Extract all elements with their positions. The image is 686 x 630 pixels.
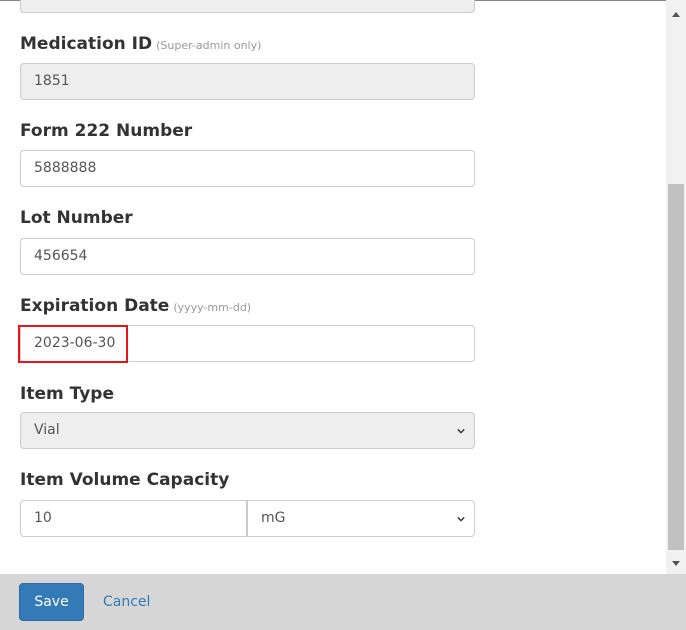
vertical-scrollbar[interactable] (666, 0, 686, 574)
chevron-down-icon (457, 516, 465, 522)
expiration-date-highlight (18, 325, 128, 363)
item-volume-unit-select[interactable]: mG (247, 500, 475, 537)
scroll-up-arrow-icon[interactable] (672, 12, 680, 17)
item-volume-unit-value: mG (261, 510, 286, 526)
chevron-down-icon (457, 428, 465, 434)
medication-id-input: 1851 (20, 63, 475, 100)
lot-number-input[interactable]: 456654 (20, 238, 475, 275)
previous-field-input (20, 0, 475, 13)
scroll-down-arrow-icon[interactable] (672, 561, 680, 566)
item-volume-capacity-label: Item Volume Capacity (20, 470, 230, 490)
medication-id-label: Medication ID (Super-admin only) (20, 34, 261, 54)
medication-id-value: 1851 (34, 73, 70, 89)
item-type-select[interactable]: Vial (20, 412, 475, 449)
expiration-date-note: (yyyy-mm-dd) (173, 301, 252, 314)
item-volume-capacity-input[interactable]: 10 (20, 500, 247, 537)
expiration-date-label-text: Expiration Date (20, 296, 170, 316)
medication-id-note: (Super-admin only) (156, 39, 262, 52)
medication-id-label-text: Medication ID (20, 34, 153, 54)
modal-footer: Save Cancel (0, 574, 686, 630)
item-type-value: Vial (34, 422, 60, 438)
form-scroll-area: Medication ID (Super-admin only) 1851 For… (0, 0, 666, 574)
item-type-label: Item Type (20, 384, 114, 404)
cancel-link[interactable]: Cancel (103, 583, 150, 621)
form-222-number-label: Form 222 Number (20, 121, 193, 141)
item-volume-capacity-value: 10 (34, 510, 52, 526)
expiration-date-label: Expiration Date (yyyy-mm-dd) (20, 296, 251, 316)
lot-number-value: 456654 (34, 248, 88, 264)
form-222-number-input[interactable]: 5888888 (20, 150, 475, 187)
save-button[interactable]: Save (19, 583, 84, 621)
scrollbar-thumb[interactable] (668, 184, 684, 550)
lot-number-label: Lot Number (20, 208, 133, 228)
form-222-number-value: 5888888 (34, 160, 97, 176)
